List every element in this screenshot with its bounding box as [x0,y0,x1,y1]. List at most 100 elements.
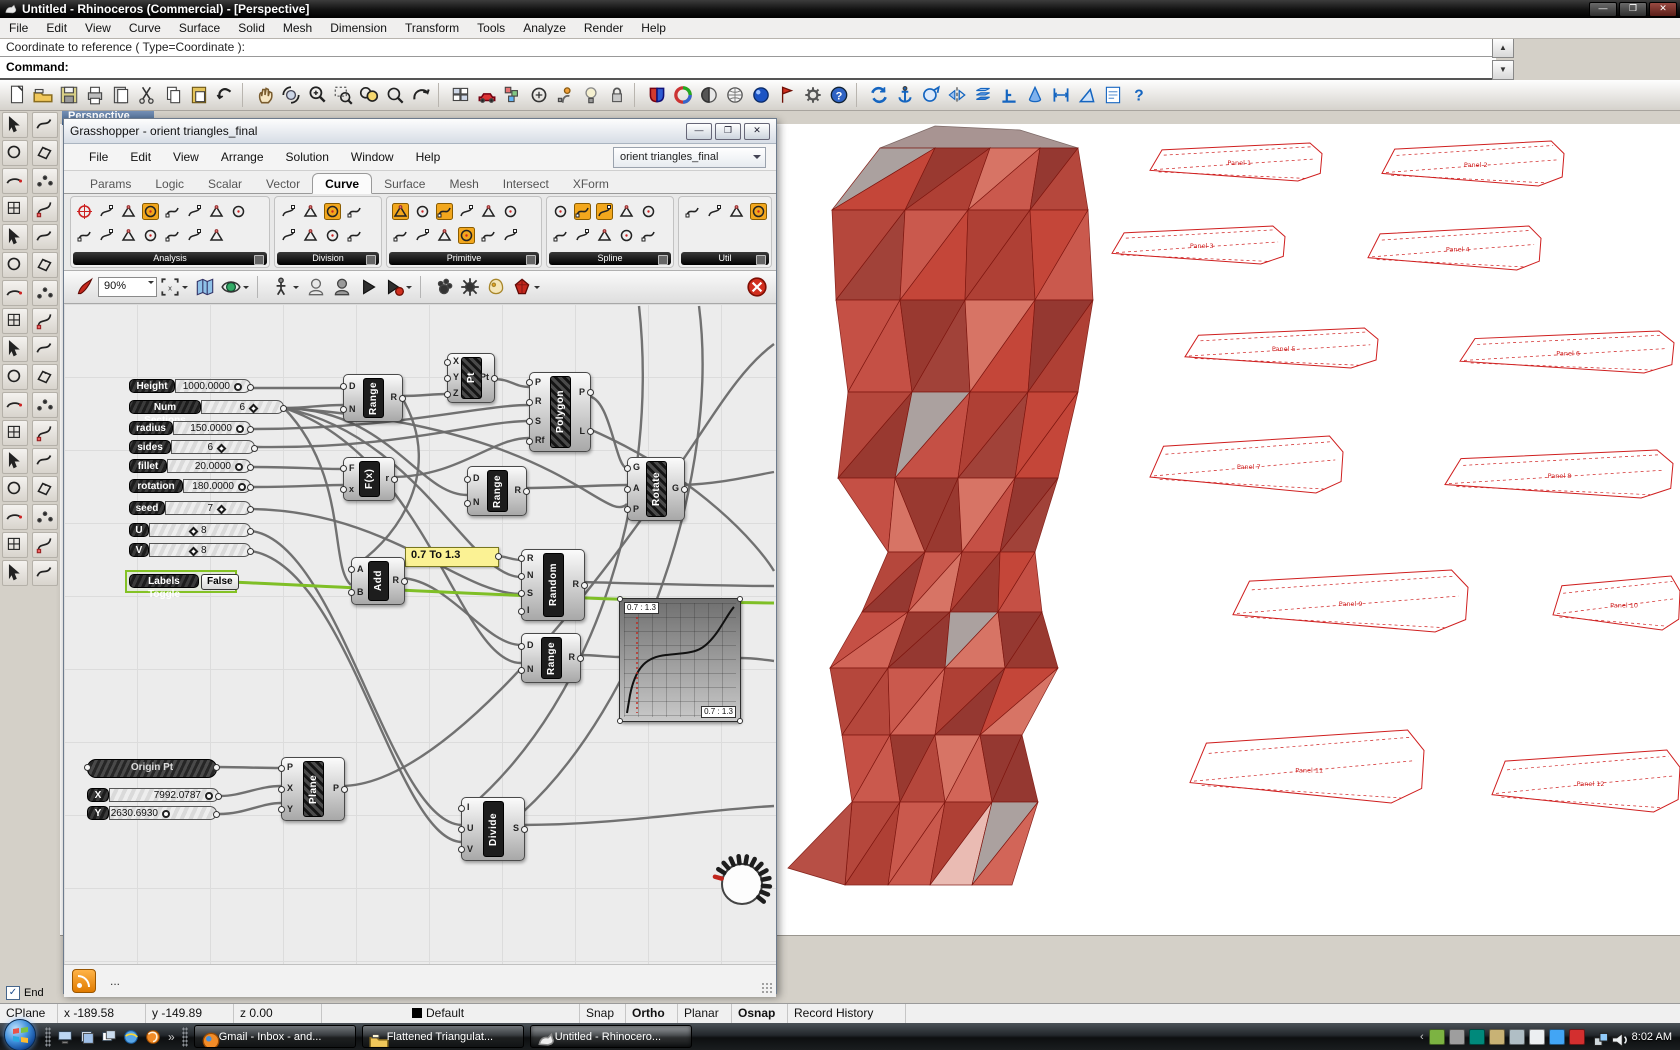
output-port-l[interactable] [587,428,594,435]
show-desktop-icon[interactable] [78,1028,96,1046]
slider-knob[interactable] [217,504,227,514]
component-icon-analysis-9[interactable] [73,223,95,247]
slider-knob[interactable] [236,425,244,433]
gh-component-random[interactable]: RandomRNSIR [521,549,585,621]
toolbar-button-command-help[interactable]: ? [1126,82,1152,108]
task-button-3[interactable]: Untitled - Rhinocero... [530,1025,692,1048]
side-tool-26[interactable] [32,448,58,474]
palette-group-label-util[interactable]: Util [681,252,769,265]
slider-output-port[interactable] [247,384,254,391]
component-icon-primitive-5[interactable] [477,199,499,223]
paint-splat-button[interactable] [431,275,457,299]
slider-knob[interactable] [162,810,170,818]
side-tool-11[interactable] [2,252,28,278]
update-icon[interactable] [1429,1029,1445,1045]
component-icon-division-8[interactable] [343,223,365,247]
component-icon-analysis-15[interactable] [205,223,227,247]
side-tool-5[interactable] [2,168,28,194]
slider-knob[interactable] [234,383,242,391]
slider-output-port[interactable] [247,506,254,513]
palette-group-label-analysis[interactable]: Analysis [73,252,267,265]
side-tool-15[interactable] [2,308,28,334]
input-port-i[interactable] [458,805,465,812]
component-icon-analysis-4[interactable] [139,199,161,223]
toolbar-button-perpendicular[interactable] [996,82,1022,108]
gh-menu-help[interactable]: Help [405,147,452,167]
toolbar-button-pan-view[interactable] [252,82,278,108]
input-port-a[interactable] [624,486,631,493]
gh-component-pt[interactable]: PtXYZPt [447,353,495,403]
param-input-port[interactable] [84,764,91,771]
gh-menu-view[interactable]: View [162,147,210,167]
task-button-1[interactable]: Gmail - Inbox - and... [194,1025,356,1048]
component-icon-spline-2[interactable] [571,199,593,223]
toolbar-button-print[interactable] [82,82,108,108]
menu-item-edit[interactable]: Edit [37,19,76,37]
clock-tray-icon[interactable] [1529,1029,1545,1045]
component-icon-division-2[interactable] [299,199,321,223]
component-icon-primitive-8[interactable] [411,223,433,247]
component-icon-spline-7[interactable] [571,223,593,247]
toolbar-button-zoom-window[interactable] [356,82,382,108]
component-icon-division-5[interactable] [277,223,299,247]
slider-output-port[interactable] [247,426,254,433]
param-output-port[interactable] [213,764,220,771]
palette-expand-icon[interactable] [658,255,668,265]
gh-menu-arrange[interactable]: Arrange [210,147,275,167]
gh-component-rotate[interactable]: RotateGAPG [627,457,685,521]
statusbar-layer[interactable]: Default [322,1004,580,1024]
preview-eye-button[interactable] [218,275,253,299]
zoom-level-select[interactable]: 90% [98,277,157,297]
gh-menu-solution[interactable]: Solution [275,147,340,167]
gh-component-range3[interactable]: RangeDNR [521,633,581,683]
output-port-g[interactable] [681,486,688,493]
obscured-button[interactable] [329,275,355,299]
mapper-grip[interactable] [737,596,743,602]
number-slider-u[interactable]: U8 [129,523,251,539]
component-icon-spline-10[interactable] [637,223,659,247]
component-icon-primitive-2[interactable] [411,199,433,223]
palette-expand-icon[interactable] [526,255,536,265]
component-icon-division-1[interactable] [277,199,299,223]
taskbar-grip[interactable] [182,1027,188,1047]
slider-track[interactable]: 7 [165,501,251,515]
side-tool-30[interactable] [32,504,58,530]
gh-canvas[interactable]: Height1000.0000Num Sections6radius150.00… [64,304,776,964]
input-port-s[interactable] [518,590,525,597]
internet-explorer-icon[interactable] [122,1028,140,1046]
menu-item-transform[interactable]: Transform [396,19,468,37]
component-icon-spline-6[interactable] [549,223,571,247]
component-icon-primitive-12[interactable] [499,223,521,247]
scroll-down-button[interactable]: ▼ [1492,60,1514,80]
slider-knob[interactable] [217,443,227,453]
component-icon-util-2[interactable] [703,199,725,223]
output-port-r[interactable] [401,578,408,585]
sketch-pen-button[interactable] [72,275,98,299]
gh-component-add[interactable]: AddABR [351,557,405,605]
osnap-end-toggle[interactable]: ✓End [6,985,44,1001]
chevron-down-icon[interactable] [243,286,249,292]
side-tool-12[interactable] [32,252,58,278]
play-button[interactable] [355,275,381,299]
slider-track[interactable]: 2630.6930 [109,806,217,820]
input-port-r[interactable] [526,399,533,406]
toolbar-button-vehicle[interactable] [474,82,500,108]
gh-tab-xform[interactable]: XForm [561,174,621,193]
component-icon-division-3[interactable] [321,199,343,223]
gh-component-plane[interactable]: PlanePXYP [281,757,345,821]
side-tool-17[interactable] [2,336,28,362]
toolbar-button-copy[interactable] [160,82,186,108]
component-icon-spline-5[interactable] [637,199,659,223]
slider-output-port[interactable] [280,405,287,412]
volume-icon[interactable] [1608,1029,1624,1045]
side-tool-34[interactable] [32,560,58,586]
input-port-d[interactable] [464,476,471,483]
slider-output-port[interactable] [213,811,220,818]
chevron-down-icon[interactable] [293,286,299,292]
toolbar-button-zoom-dynamic[interactable] [330,82,356,108]
component-icon-analysis-2[interactable] [95,199,117,223]
component-icon-spline-9[interactable] [615,223,637,247]
menu-item-surface[interactable]: Surface [170,19,229,37]
slider-knob[interactable] [249,403,259,413]
gh-close-button[interactable]: ✕ [744,123,770,140]
